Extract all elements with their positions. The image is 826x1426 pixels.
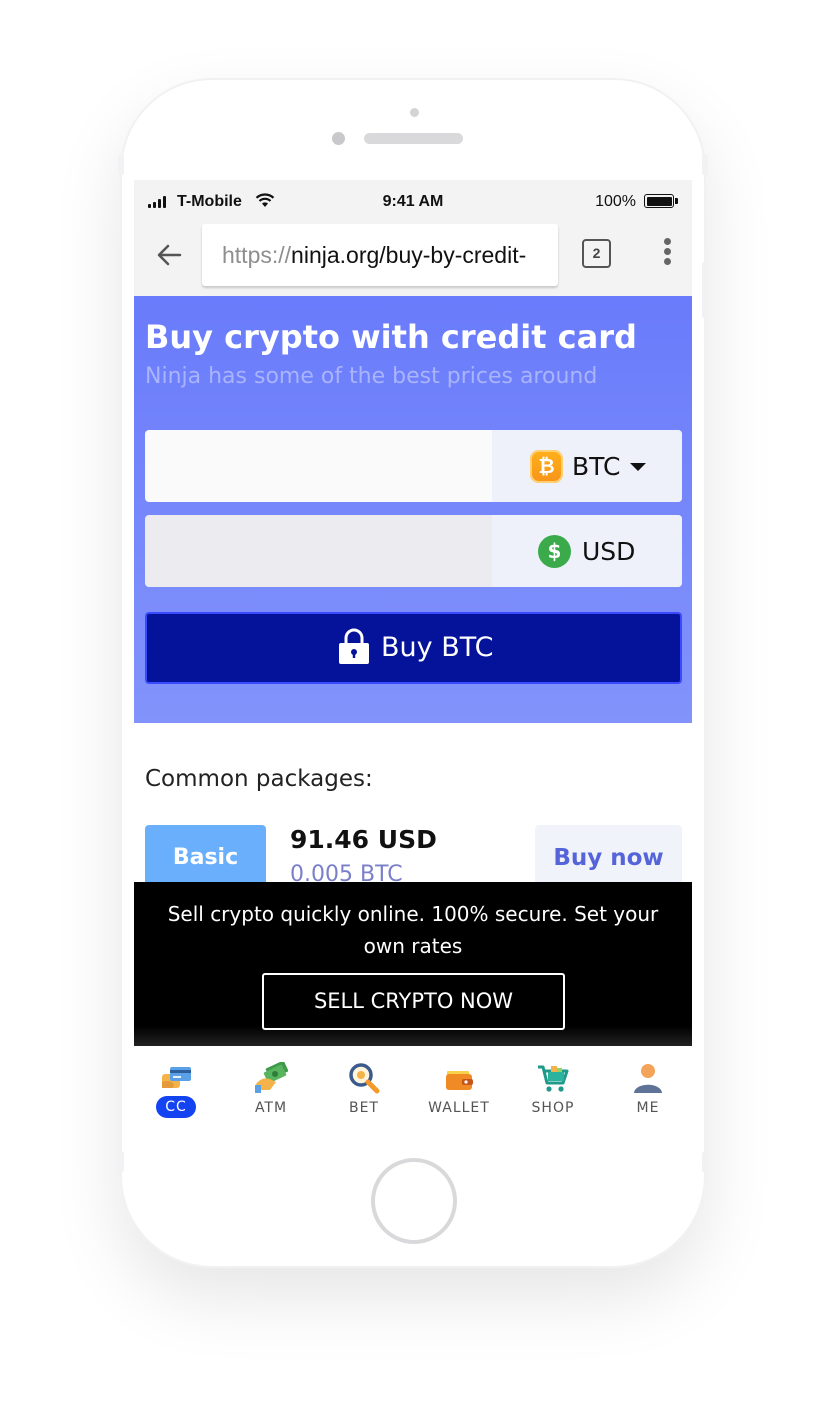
earpiece-speaker <box>364 133 463 144</box>
sell-banner-text: Sell crypto quickly online. 100% secure.… <box>167 902 659 958</box>
side-button <box>702 155 708 175</box>
fiat-currency-label: USD <box>582 537 636 566</box>
credit-card-icon <box>162 1067 191 1088</box>
shopping-cart-icon <box>538 1065 569 1092</box>
tab-atm[interactable]: ATM <box>226 1062 316 1116</box>
wallet-icon <box>446 1071 473 1090</box>
front-camera <box>332 132 345 145</box>
magnifier-icon <box>349 1063 380 1094</box>
side-button <box>702 1152 708 1172</box>
proximity-sensor <box>410 108 419 117</box>
cash-hand-icon <box>255 1062 288 1093</box>
tab-me[interactable]: ME <box>603 1062 692 1116</box>
fiat-amount-row: $ USD <box>145 515 682 587</box>
url-scheme: https:// <box>222 242 292 268</box>
side-button <box>118 1152 124 1172</box>
crypto-amount-row: ₿ BTC <box>145 430 682 502</box>
bottom-tab-bar: CC ATM BET WALLET SHOP ME <box>134 1046 692 1130</box>
buy-button-label: Buy BTC <box>381 632 494 663</box>
battery-icon <box>644 194 674 208</box>
tab-wallet[interactable]: WALLET <box>414 1062 504 1116</box>
bitcoin-icon: ₿ <box>530 450 563 483</box>
sell-crypto-button[interactable]: SELL CRYPTO NOW <box>262 973 565 1030</box>
browser-toolbar: https://ninja.org/buy-by-credit- 2 <box>134 222 692 296</box>
buy-crypto-button[interactable]: Buy BTC <box>145 612 682 684</box>
package-name-badge: Basic <box>145 825 266 885</box>
tab-label: ATM <box>254 1100 288 1116</box>
sell-crypto-banner: Sell crypto quickly online. 100% secure.… <box>134 882 692 1046</box>
battery-tip <box>675 198 678 204</box>
side-button <box>702 262 708 318</box>
dollar-icon: $ <box>538 535 571 568</box>
page-subtitle: Ninja has some of the best prices around <box>145 364 598 389</box>
tab-shop[interactable]: SHOP <box>508 1062 598 1116</box>
tab-label: SHOP <box>531 1100 575 1116</box>
tab-label: WALLET <box>428 1100 490 1116</box>
tab-label: ME <box>636 1100 660 1116</box>
address-bar[interactable]: https://ninja.org/buy-by-credit- <box>202 224 558 286</box>
url-path: ninja.org/buy-by-credit- <box>291 242 527 268</box>
package-price: 91.46 USD <box>290 825 437 854</box>
lock-icon <box>339 628 369 664</box>
overflow-menu-icon[interactable] <box>661 238 673 270</box>
battery-percent: 100% <box>595 193 636 210</box>
page-title: Buy crypto with credit card <box>145 318 637 356</box>
user-icon <box>634 1064 662 1093</box>
crypto-currency-select[interactable]: ₿ BTC <box>492 430 682 502</box>
tab-switcher-button[interactable]: 2 <box>582 239 611 268</box>
side-button <box>118 155 124 175</box>
tab-bet[interactable]: BET <box>319 1062 409 1116</box>
buy-hero-section: Buy crypto with credit card Ninja has so… <box>134 296 692 723</box>
home-button[interactable] <box>371 1158 457 1244</box>
package-row: Basic 91.46 USD 0.005 BTC Buy now <box>134 825 692 885</box>
tab-label: BET <box>348 1100 379 1116</box>
fiat-amount-input[interactable] <box>145 515 492 587</box>
tab-label: CC <box>156 1096 196 1118</box>
package-buy-now-button[interactable]: Buy now <box>535 825 682 885</box>
caret-down-icon <box>630 463 646 471</box>
status-bar: T-Mobile 9:41 AM 100% <box>134 180 692 222</box>
crypto-currency-label: BTC <box>572 452 621 481</box>
crypto-amount-input[interactable] <box>145 430 492 502</box>
tab-cc[interactable]: CC <box>134 1062 221 1118</box>
packages-heading: Common packages: <box>145 766 373 792</box>
phone-screen: T-Mobile 9:41 AM 100% https://ninja.org/… <box>134 180 692 1130</box>
back-arrow-icon[interactable] <box>154 240 184 270</box>
fiat-currency-box: $ USD <box>492 515 682 587</box>
